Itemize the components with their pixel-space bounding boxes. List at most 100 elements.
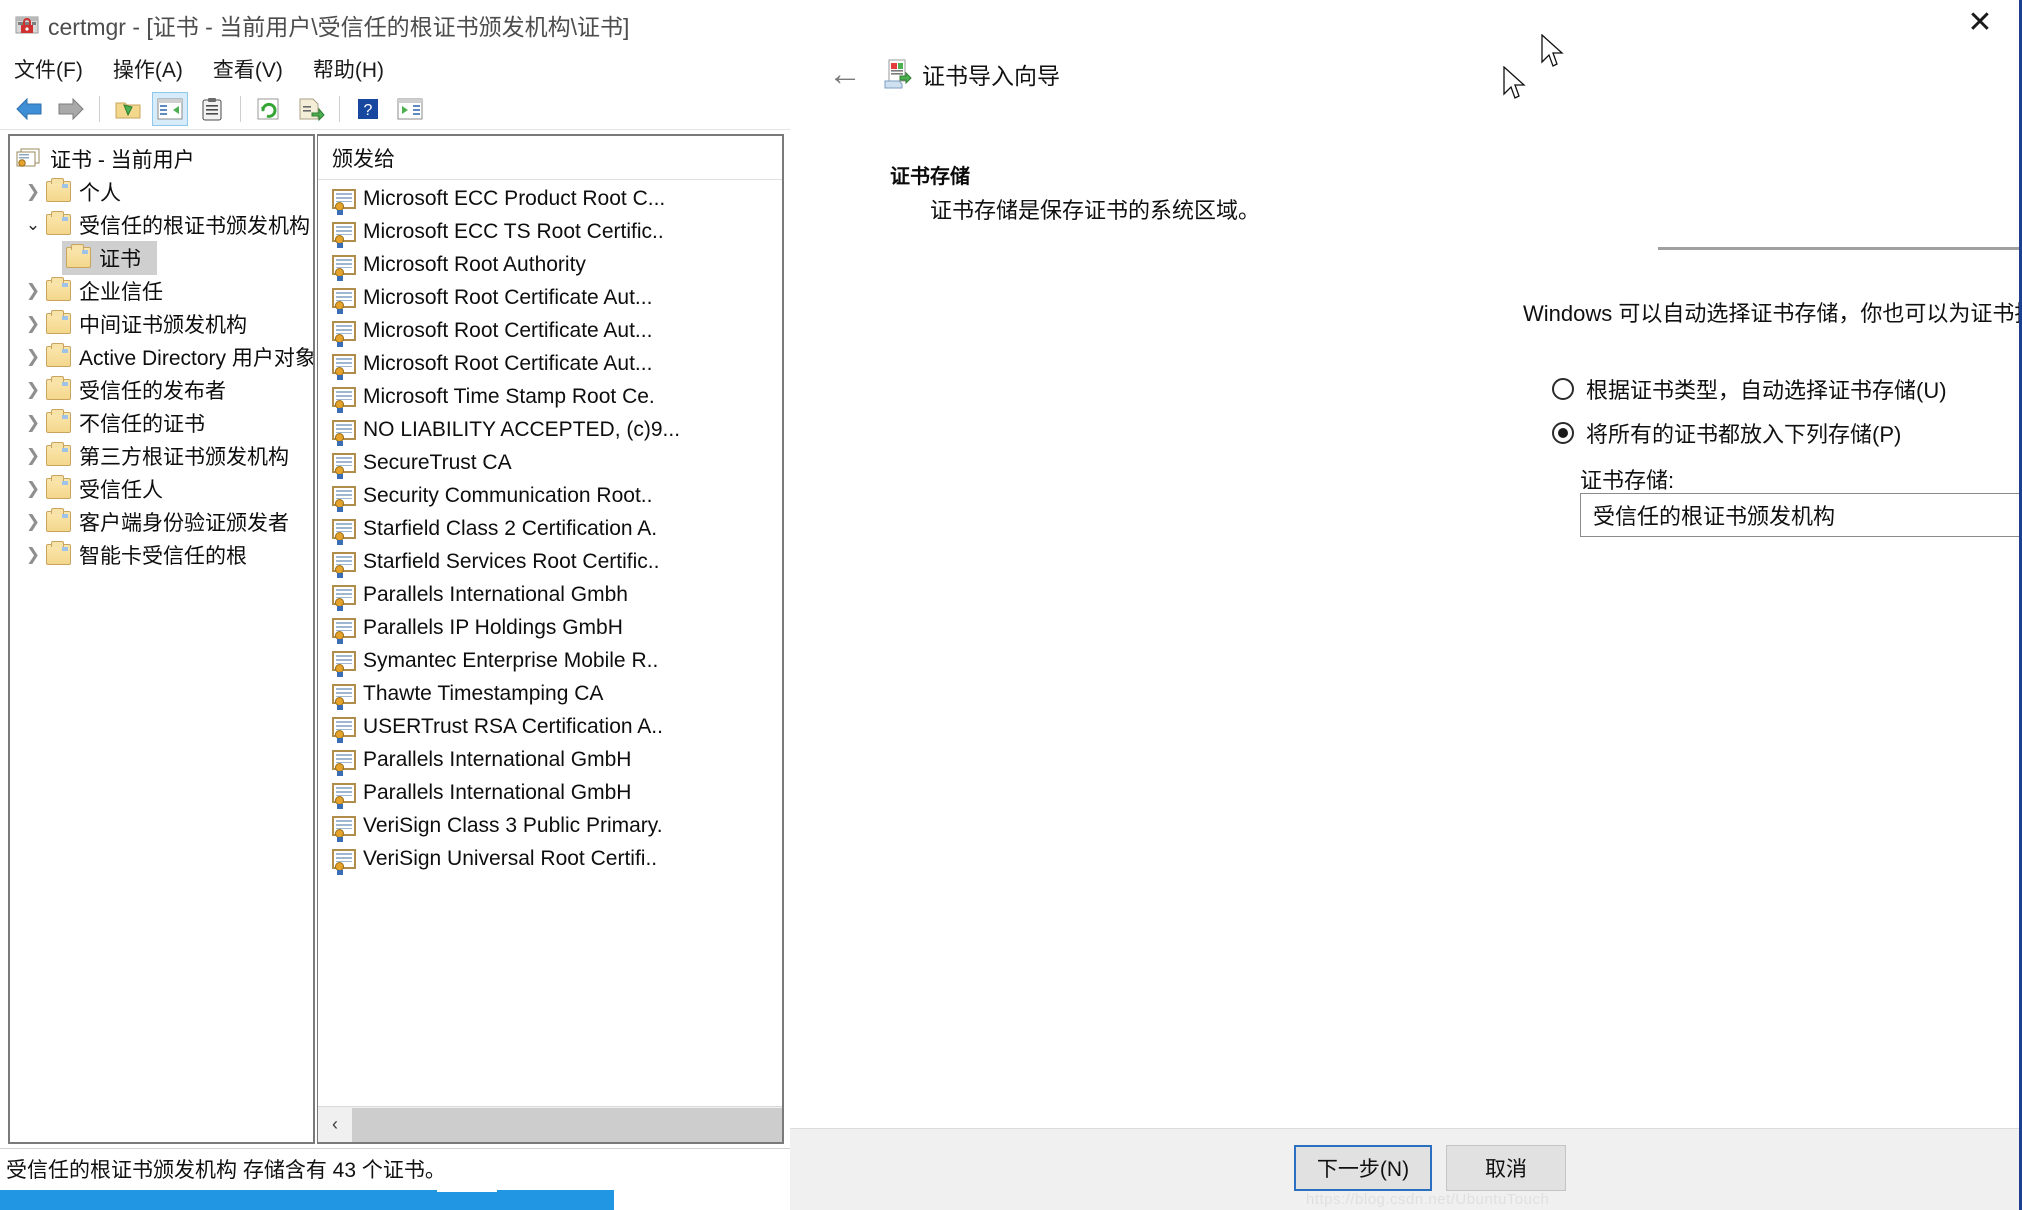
tree-item-certificates[interactable]: 证书 (10, 240, 313, 275)
tree-item-personal[interactable]: ❯ 个人 (10, 175, 313, 208)
list-item[interactable]: Microsoft Root Certificate Aut... (318, 347, 782, 380)
back-arrow-icon[interactable] (11, 92, 47, 126)
toolbar-separator (339, 95, 340, 122)
tree-item-third-party-root-ca[interactable]: ❯ 第三方根证书颁发机构 (10, 439, 313, 472)
svg-text:?: ? (364, 102, 373, 119)
main-title-text: certmgr - [证书 - 当前用户\受信任的根证书颁发机构\证书] (48, 14, 630, 40)
certificate-icon (332, 683, 356, 710)
list-item-label: Microsoft Time Stamp Root Ce. (363, 384, 655, 408)
close-icon[interactable]: ✕ (1955, 4, 2005, 42)
certificate-list-pane[interactable]: 颁发给 Microsoft ECC Product Root C... Micro… (317, 134, 784, 1144)
up-folder-icon[interactable] (110, 92, 146, 126)
tree-root-item[interactable]: 证书 - 当前用户 (10, 142, 313, 175)
taskbar-active-indicator (437, 1186, 497, 1192)
list-item[interactable]: Starfield Class 2 Certification A. (318, 512, 782, 545)
list-item[interactable]: SecureTrust CA (318, 446, 782, 479)
tree-item-smart-card-trusted-roots[interactable]: ❯ 智能卡受信任的根 (10, 538, 313, 571)
list-item[interactable]: NO LIABILITY ACCEPTED, (c)9... (318, 413, 782, 446)
list-item[interactable]: Microsoft Root Certificate Aut... (318, 281, 782, 314)
list-item-label: Microsoft Root Authority (363, 252, 586, 276)
list-column-header-issued-to[interactable]: 颁发给 (318, 136, 782, 180)
refresh-icon[interactable] (251, 92, 287, 126)
certificate-icon (332, 716, 356, 743)
tree-item-trusted-root-ca[interactable]: ⌄ 受信任的根证书颁发机构 (10, 208, 313, 241)
chevron-right-icon[interactable]: ❯ (20, 281, 46, 301)
list-item[interactable]: Parallels International GmbH (318, 743, 782, 776)
list-item[interactable]: Parallels International GmbH (318, 776, 782, 809)
certificate-icon (332, 815, 356, 842)
radio-button-icon[interactable] (1552, 378, 1574, 400)
list-item[interactable]: VeriSign Universal Root Certifi.. (318, 842, 782, 875)
certificate-icon (332, 749, 356, 776)
chevron-right-icon[interactable]: ❯ (20, 545, 46, 565)
certificate-store-input[interactable]: 受信任的根证书颁发机构 (1580, 493, 2019, 537)
tree-item-trusted-publishers[interactable]: ❯ 受信任的发布者 (10, 373, 313, 406)
certificate-rows[interactable]: Microsoft ECC Product Root C... Microsoft… (318, 180, 782, 875)
toolbar-separator (99, 95, 100, 122)
list-item[interactable]: Microsoft Root Authority (318, 248, 782, 281)
tree-item-label: 客户端身份验证颁发者 (79, 511, 289, 535)
list-item[interactable]: VeriSign Class 3 Public Primary. (318, 809, 782, 842)
chevron-right-icon[interactable]: ❯ (20, 380, 46, 400)
console-tree-pane[interactable]: 证书 - 当前用户 ❯ 个人 ⌄ 受信任的根证书颁发机构 证书 ❯ 企业信任 ❯… (8, 134, 315, 1144)
list-item-label: Symantec Enterprise Mobile R.. (363, 648, 659, 672)
list-item-label: Microsoft ECC Product Root C... (363, 186, 666, 210)
tree-item-label: 企业信任 (79, 280, 163, 304)
show-hide-tree-icon[interactable] (152, 91, 188, 126)
tree-selection-highlight: 证书 (62, 240, 157, 275)
chevron-right-icon[interactable]: ❯ (20, 446, 46, 466)
watermark-text: https://blog.csdn.net/UbuntuTouch (1306, 1191, 1550, 1208)
tree-item-active-directory-user-object[interactable]: ❯ Active Directory 用户对象 (10, 340, 313, 373)
chevron-right-icon[interactable]: ❯ (20, 479, 46, 499)
list-item[interactable]: Microsoft Root Certificate Aut... (318, 314, 782, 347)
chevron-down-icon[interactable]: ⌄ (20, 215, 46, 235)
menu-action[interactable]: 操作(A) (113, 54, 183, 84)
list-item[interactable]: Microsoft Time Stamp Root Ce. (318, 380, 782, 413)
scroll-left-arrow-icon[interactable]: ‹ (318, 1107, 352, 1142)
radio-auto-select-store[interactable]: 根据证书类型，自动选择证书存储(U) (1552, 373, 1947, 405)
tree-item-untrusted-certificates[interactable]: ❯ 不信任的证书 (10, 406, 313, 439)
list-item[interactable]: Parallels International Gmbh (318, 578, 782, 611)
certificate-tree[interactable]: 证书 - 当前用户 ❯ 个人 ⌄ 受信任的根证书颁发机构 证书 ❯ 企业信任 ❯… (10, 136, 313, 571)
menu-file[interactable]: 文件(F) (14, 54, 83, 84)
chevron-right-icon[interactable]: ❯ (20, 314, 46, 334)
list-item[interactable]: Starfield Services Root Certific.. (318, 545, 782, 578)
list-horizontal-scrollbar[interactable]: ‹ (318, 1106, 782, 1142)
cancel-button[interactable]: 取消 (1446, 1145, 1566, 1191)
tree-item-client-auth-issuers[interactable]: ❯ 客户端身份验证颁发者 (10, 505, 313, 538)
menu-help[interactable]: 帮助(H) (313, 54, 384, 84)
tree-item-trusted-people[interactable]: ❯ 受信任人 (10, 472, 313, 505)
list-item[interactable]: USERTrust RSA Certification A.. (318, 710, 782, 743)
show-action-pane-icon[interactable] (392, 92, 428, 126)
list-item[interactable]: Symantec Enterprise Mobile R.. (318, 644, 782, 677)
tree-item-intermediate-ca[interactable]: ❯ 中间证书颁发机构 (10, 307, 313, 340)
chevron-right-icon[interactable]: ❯ (20, 512, 46, 532)
menu-view[interactable]: 查看(V) (213, 54, 283, 84)
list-item[interactable]: Microsoft ECC TS Root Certific.. (318, 215, 782, 248)
list-item-label: Starfield Class 2 Certification A. (363, 516, 658, 540)
tree-item-label: 个人 (79, 181, 121, 205)
folder-icon (46, 277, 71, 301)
forward-arrow-icon[interactable] (53, 92, 89, 126)
radio-button-icon[interactable] (1552, 422, 1574, 444)
list-item[interactable]: Security Communication Root.. (318, 479, 782, 512)
list-item[interactable]: Microsoft ECC Product Root C... (318, 182, 782, 215)
export-list-icon[interactable] (293, 92, 329, 126)
list-item[interactable]: Parallels IP Holdings GmbH (318, 611, 782, 644)
tree-item-enterprise-trust[interactable]: ❯ 企业信任 (10, 274, 313, 307)
back-arrow-icon[interactable]: ← (822, 51, 868, 97)
scroll-thumb[interactable] (352, 1107, 782, 1142)
tree-item-label: 中间证书颁发机构 (79, 313, 247, 337)
main-menubar[interactable]: 文件(F) 操作(A) 查看(V) 帮助(H) (0, 50, 792, 88)
radio-place-all-in-store[interactable]: 将所有的证书都放入下列存储(P) (1552, 417, 1901, 449)
folder-icon (46, 442, 71, 466)
chevron-right-icon[interactable]: ❯ (20, 347, 46, 367)
chevron-right-icon[interactable]: ❯ (20, 182, 46, 202)
chevron-right-icon[interactable]: ❯ (20, 413, 46, 433)
main-toolbar[interactable]: ? (0, 88, 792, 130)
properties-icon[interactable] (194, 92, 230, 126)
list-item[interactable]: Thawte Timestamping CA (318, 677, 782, 710)
folder-icon (46, 343, 71, 367)
help-icon[interactable]: ? (350, 92, 386, 126)
next-button[interactable]: 下一步(N) (1294, 1145, 1432, 1191)
